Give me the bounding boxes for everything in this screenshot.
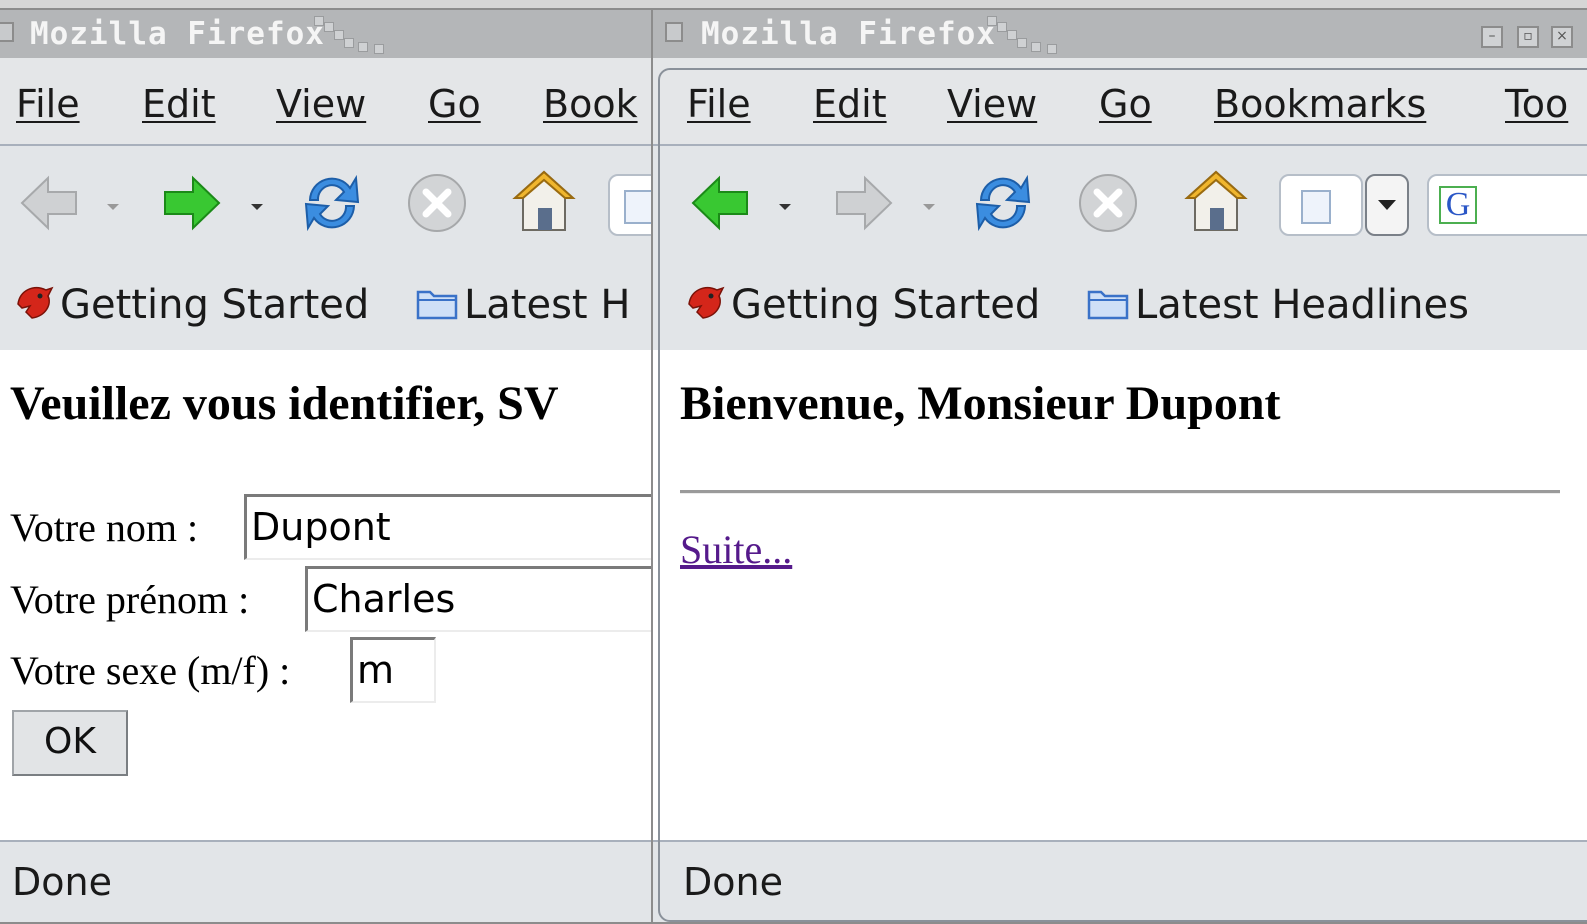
getting-started-icon xyxy=(14,282,54,332)
search-field[interactable]: G xyxy=(1427,174,1587,236)
google-search-icon[interactable]: G xyxy=(1439,186,1477,224)
menu-bar: File Edit View Go Bookmarks Too xyxy=(653,58,1587,146)
menu-tools[interactable]: Too xyxy=(1505,82,1568,126)
url-field[interactable] xyxy=(1279,174,1363,236)
title-bar[interactable]: Mozilla Firefox – ▫ × xyxy=(653,10,1587,60)
nom-input[interactable]: Dupont xyxy=(244,494,654,560)
page-heading: Bienvenue, Monsieur Dupont xyxy=(680,377,1281,430)
prenom-label: Votre prénom : xyxy=(10,577,250,622)
right-browser-window: Mozilla Firefox – ▫ × File Edit View Go … xyxy=(651,8,1587,924)
bookmark-latest-headlines[interactable]: Latest Headlines xyxy=(1087,282,1469,330)
url-history-dropdown[interactable] xyxy=(1365,174,1409,236)
back-arrow-icon[interactable] xyxy=(689,172,751,234)
menu-bookmarks[interactable]: Bookmarks xyxy=(1214,82,1426,126)
sexe-input[interactable]: m xyxy=(350,637,436,703)
folder-icon xyxy=(1087,284,1129,330)
title-bar[interactable]: Mozilla Firefox xyxy=(0,10,654,60)
title-grip-decoration xyxy=(314,12,404,54)
left-browser-window: Mozilla Firefox File Edit View Go Book G… xyxy=(0,8,656,924)
ok-button[interactable]: OK xyxy=(12,710,128,776)
title-grip-decoration xyxy=(987,12,1077,54)
menu-edit[interactable]: Edit xyxy=(813,82,887,126)
bookmark-getting-started[interactable]: Getting Started xyxy=(14,282,369,332)
reload-icon[interactable] xyxy=(300,170,364,236)
menu-go[interactable]: Go xyxy=(1099,82,1152,126)
menu-file[interactable]: File xyxy=(687,82,751,126)
page-icon xyxy=(1301,190,1331,224)
window-menu-icon[interactable] xyxy=(0,22,14,42)
forward-arrow-icon[interactable] xyxy=(833,172,895,234)
menu-file[interactable]: File xyxy=(16,82,80,126)
nom-label: Votre nom : xyxy=(10,505,199,550)
forward-dropdown-icon[interactable] xyxy=(251,204,263,210)
status-text: Done xyxy=(12,860,112,904)
window-title: Mozilla Firefox xyxy=(30,16,325,52)
navigation-toolbar: G xyxy=(653,146,1587,258)
maximize-icon[interactable]: ▫ xyxy=(1517,26,1539,48)
getting-started-icon xyxy=(685,282,725,332)
url-field[interactable] xyxy=(608,174,654,236)
stop-icon[interactable] xyxy=(406,172,468,234)
menu-go[interactable]: Go xyxy=(428,82,481,126)
forward-arrow-icon[interactable] xyxy=(161,172,223,234)
horizontal-rule xyxy=(680,490,1560,494)
forward-dropdown-icon[interactable] xyxy=(923,204,935,210)
menu-edit[interactable]: Edit xyxy=(142,82,216,126)
menu-bar: File Edit View Go Book xyxy=(0,58,654,146)
suite-link[interactable]: Suite... xyxy=(680,526,792,573)
close-icon[interactable]: × xyxy=(1551,26,1573,48)
home-icon[interactable] xyxy=(511,168,577,234)
prenom-input[interactable]: Charles xyxy=(305,566,654,632)
page-icon xyxy=(624,190,654,224)
menu-bookmarks[interactable]: Book xyxy=(543,82,638,126)
navigation-toolbar xyxy=(0,146,654,258)
page-content: Veuillez vous identifier, SV Votre nom :… xyxy=(0,350,654,840)
reload-icon[interactable] xyxy=(971,170,1035,236)
bookmarks-toolbar: Getting Started Latest Headlines xyxy=(653,258,1587,350)
status-text: Done xyxy=(683,860,783,904)
bookmarks-toolbar: Getting Started Latest H xyxy=(0,258,654,350)
back-dropdown-icon[interactable] xyxy=(779,204,791,210)
back-arrow-icon[interactable] xyxy=(18,172,80,234)
home-icon[interactable] xyxy=(1183,168,1249,234)
window-title: Mozilla Firefox xyxy=(701,16,996,52)
bookmark-latest-headlines[interactable]: Latest H xyxy=(416,282,630,330)
menu-view[interactable]: View xyxy=(276,82,366,126)
window-menu-icon[interactable] xyxy=(665,22,683,42)
back-dropdown-icon[interactable] xyxy=(107,204,119,210)
stop-icon[interactable] xyxy=(1077,172,1139,234)
minimize-icon[interactable]: – xyxy=(1481,26,1503,48)
status-bar: Done xyxy=(653,840,1587,922)
page-content: Bienvenue, Monsieur Dupont Suite... xyxy=(653,350,1587,840)
chevron-down-icon xyxy=(1378,200,1396,210)
menu-view[interactable]: View xyxy=(947,82,1037,126)
bookmark-getting-started[interactable]: Getting Started xyxy=(685,282,1040,332)
status-bar: Done xyxy=(0,840,654,922)
folder-icon xyxy=(416,284,458,330)
page-heading: Veuillez vous identifier, SV xyxy=(10,377,559,430)
sexe-label: Votre sexe (m/f) : xyxy=(10,648,291,693)
